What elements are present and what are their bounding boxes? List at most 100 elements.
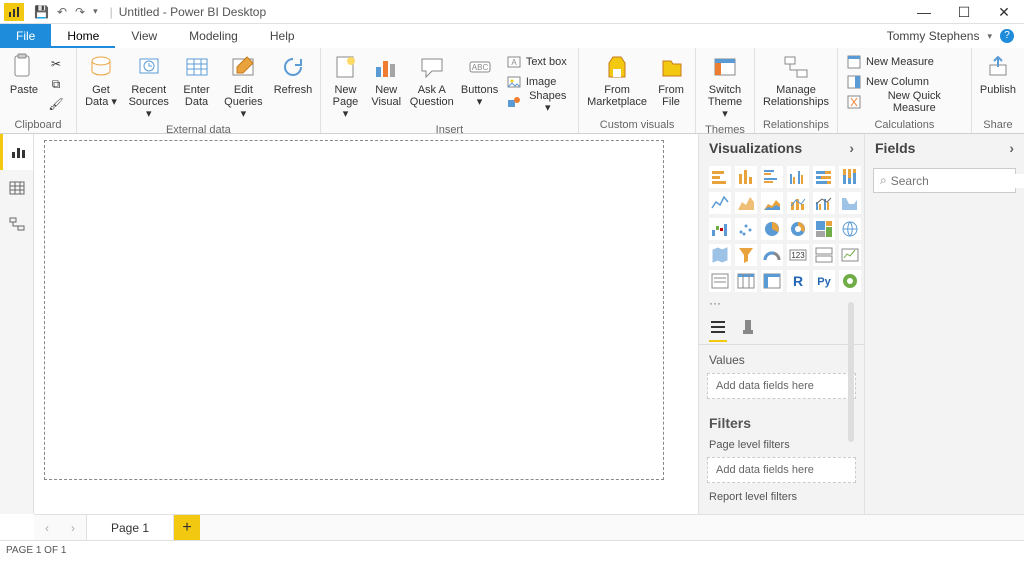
tab-help[interactable]: Help — [254, 24, 311, 48]
copy-button[interactable]: ⧉ — [44, 74, 72, 94]
group-relationships: Manage Relationships Relationships — [755, 48, 838, 133]
edit-queries-button[interactable]: Edit Queries ▾ — [217, 50, 271, 122]
fields-tab-icon[interactable] — [709, 318, 727, 342]
waterfall-icon[interactable] — [709, 218, 731, 240]
tab-view[interactable]: View — [115, 24, 173, 48]
slicer-icon[interactable] — [709, 270, 731, 292]
format-tab-icon[interactable] — [739, 318, 757, 342]
python-visual-icon[interactable]: Py — [813, 270, 835, 292]
matrix-icon[interactable] — [761, 270, 783, 292]
data-view-button[interactable] — [0, 170, 33, 206]
scrollbar[interactable] — [848, 302, 854, 442]
publish-icon — [983, 52, 1013, 82]
fields-header[interactable]: Fields › — [865, 134, 1024, 162]
close-icon[interactable]: ✕ — [984, 0, 1024, 24]
user-name[interactable]: Tommy Stephens — [887, 24, 980, 48]
new-visual-button[interactable]: New Visual — [366, 50, 406, 110]
help-icon[interactable]: ? — [1000, 29, 1014, 43]
cut-button[interactable]: ✂ — [44, 54, 72, 74]
report-view-button[interactable] — [0, 134, 33, 170]
visualizations-header[interactable]: Visualizations › — [699, 134, 864, 162]
clustered-bar-icon[interactable] — [761, 166, 783, 188]
values-drop-well[interactable]: Add data fields here — [707, 373, 856, 399]
page-tab-1[interactable]: Page 1 — [86, 515, 174, 540]
card-icon[interactable]: 123 — [787, 244, 809, 266]
arcgis-icon[interactable] — [839, 270, 861, 292]
r-visual-icon[interactable]: R — [787, 270, 809, 292]
measure-icon — [846, 54, 862, 70]
stacked-column-icon[interactable] — [735, 166, 757, 188]
stacked-area-icon[interactable] — [761, 192, 783, 214]
textbox-button[interactable]: AText box — [502, 52, 574, 72]
enter-data-label: Enter Data — [183, 84, 209, 108]
ribbon-tabs: File Home View Modeling Help Tommy Steph… — [0, 24, 1024, 48]
stacked-bar-icon[interactable] — [709, 166, 731, 188]
search-input[interactable] — [891, 174, 1024, 188]
enter-data-button[interactable]: Enter Data — [177, 50, 217, 110]
prev-page-button[interactable]: ‹ — [34, 515, 60, 540]
paste-button[interactable]: Paste — [4, 50, 44, 98]
new-quick-measure-button[interactable]: New Quick Measure — [842, 92, 967, 112]
redo-icon[interactable]: ↷ — [75, 5, 85, 19]
chevron-down-icon[interactable]: ▾ — [987, 24, 992, 48]
switch-theme-button[interactable]: Switch Theme ▾ — [700, 50, 750, 122]
tab-home[interactable]: Home — [51, 24, 115, 48]
switch-theme-label: Switch Theme ▾ — [704, 84, 746, 120]
line-clustered-column-icon[interactable] — [813, 192, 835, 214]
format-painter-button[interactable]: 🖌 — [44, 94, 72, 114]
tab-modeling[interactable]: Modeling — [173, 24, 254, 48]
publish-button[interactable]: Publish — [976, 50, 1020, 98]
clustered-column-icon[interactable] — [787, 166, 809, 188]
area-chart-icon[interactable] — [735, 192, 757, 214]
undo-icon[interactable]: ↶ — [57, 5, 67, 19]
table-icon[interactable] — [735, 270, 757, 292]
save-icon[interactable]: 💾 — [34, 5, 49, 19]
line-chart-icon[interactable] — [709, 192, 731, 214]
svg-text:Py: Py — [817, 276, 831, 288]
line-stacked-column-icon[interactable] — [787, 192, 809, 214]
map-icon[interactable] — [839, 218, 861, 240]
report-canvas[interactable] — [44, 140, 664, 480]
pie-icon[interactable] — [761, 218, 783, 240]
title-bar: 💾 ↶ ↷ ▾ | Untitled - Power BI Desktop — … — [0, 0, 1024, 24]
buttons-button[interactable]: ABC Buttons▾ — [457, 50, 502, 110]
fields-search[interactable]: ⌕ — [873, 168, 1016, 193]
group-label: Clipboard — [0, 119, 76, 133]
more-visuals-button[interactable]: ··· — [699, 296, 864, 310]
new-page-button[interactable]: New Page ▾ — [325, 50, 367, 122]
refresh-button[interactable]: Refresh — [270, 50, 315, 98]
hundred-stacked-bar-icon[interactable] — [813, 166, 835, 188]
minimize-icon[interactable]: — — [904, 0, 944, 24]
ask-question-button[interactable]: Ask A Question — [406, 50, 457, 110]
get-data-button[interactable]: Get Data ▾ — [81, 50, 121, 110]
new-column-button[interactable]: New Column — [842, 72, 967, 92]
maximize-icon[interactable]: ☐ — [944, 0, 984, 24]
page-filters-drop-well[interactable]: Add data fields here — [707, 457, 856, 483]
image-button[interactable]: Image — [502, 72, 574, 92]
new-measure-button[interactable]: New Measure — [842, 52, 967, 72]
treemap-icon[interactable] — [813, 218, 835, 240]
qat-customize-icon[interactable]: ▾ — [93, 6, 98, 17]
from-marketplace-button[interactable]: From Marketplace — [583, 50, 651, 110]
hundred-stacked-column-icon[interactable] — [839, 166, 861, 188]
from-file-button[interactable]: From File — [651, 50, 691, 110]
funnel-icon[interactable] — [735, 244, 757, 266]
tab-file[interactable]: File — [0, 24, 51, 48]
shapes-button[interactable]: Shapes ▾ — [502, 92, 574, 112]
report-filters-label: Report level filters — [699, 491, 864, 507]
filled-map-icon[interactable] — [709, 244, 731, 266]
ribbon-chart-icon[interactable] — [839, 192, 861, 214]
recent-sources-button[interactable]: Recent Sources ▾ — [121, 50, 177, 122]
add-page-button[interactable]: + — [174, 515, 200, 540]
kpi-icon[interactable] — [839, 244, 861, 266]
next-page-button[interactable]: › — [60, 515, 86, 540]
page-filters-label: Page level filters — [699, 435, 864, 455]
refresh-icon — [278, 52, 308, 82]
buttons-label: Buttons▾ — [461, 84, 498, 108]
manage-relationships-button[interactable]: Manage Relationships — [759, 50, 833, 110]
scatter-icon[interactable] — [735, 218, 757, 240]
multi-row-card-icon[interactable] — [813, 244, 835, 266]
model-view-button[interactable] — [0, 206, 33, 242]
gauge-icon[interactable] — [761, 244, 783, 266]
donut-icon[interactable] — [787, 218, 809, 240]
